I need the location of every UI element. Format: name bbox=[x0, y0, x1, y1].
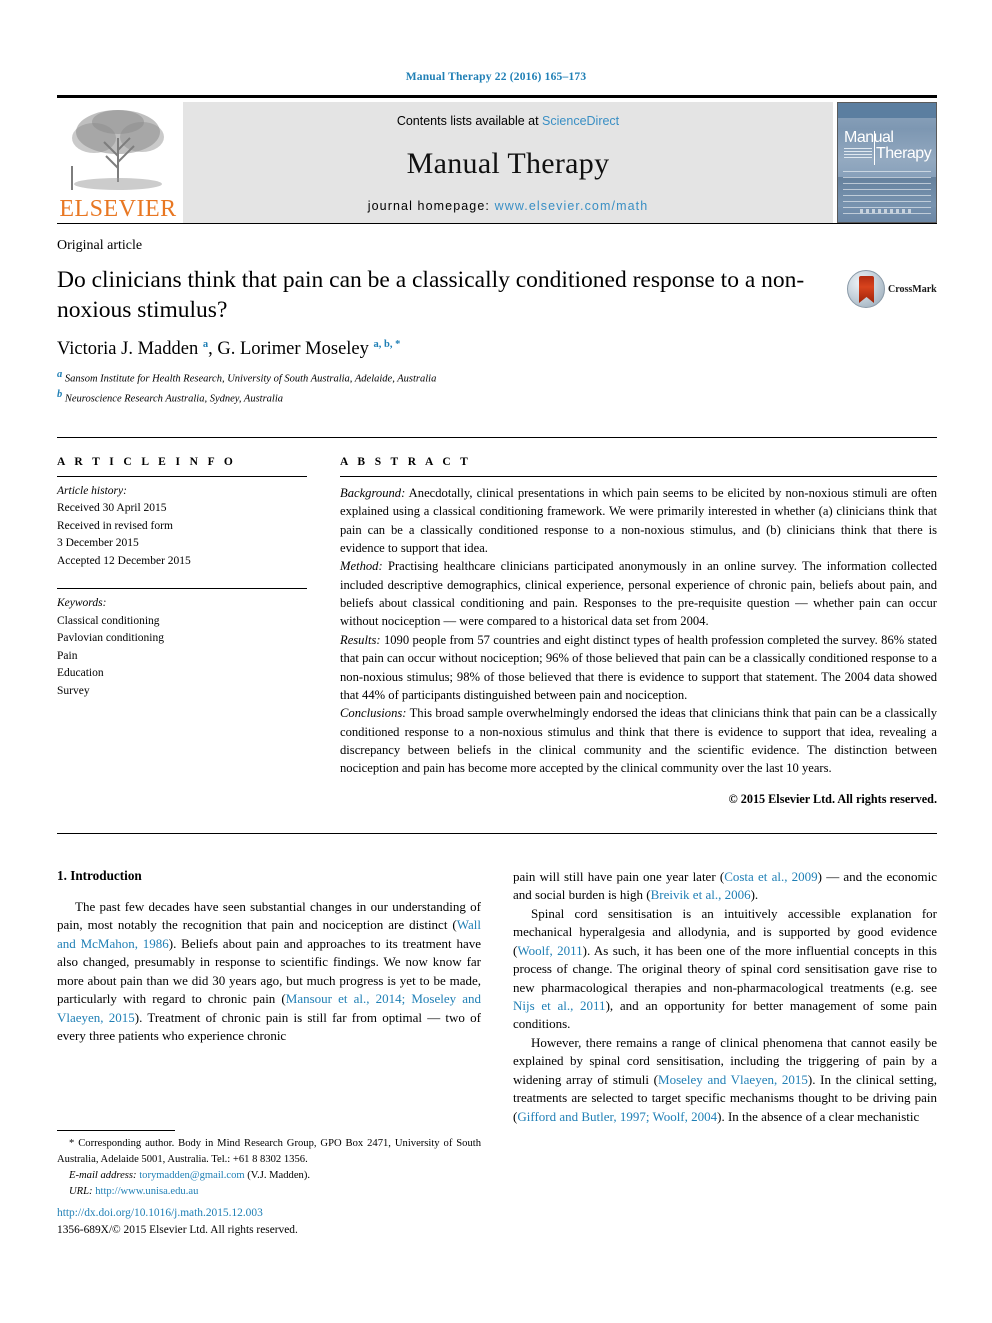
crossmark-label: CrossMark bbox=[888, 283, 937, 295]
keyword-item: Pavlovian conditioning bbox=[57, 632, 165, 645]
abstract-section: Background: Anecdotally, clinical presen… bbox=[340, 485, 937, 555]
affiliations: a Sansom Institute for Health Research, … bbox=[57, 367, 937, 406]
citation-link[interactable]: Gifford and Butler, 1997; Woolf, 2004 bbox=[517, 1109, 717, 1124]
affiliation-b: b Neuroscience Research Australia, Sydne… bbox=[57, 387, 937, 407]
keywords-block: Keywords: Classical conditioning Pavlovi… bbox=[57, 589, 307, 700]
abstract-section: Conclusions: This broad sample overwhelm… bbox=[340, 706, 937, 776]
abstract-column: A B S T R A C T Background: Anecdotally,… bbox=[340, 456, 937, 807]
affiliation-mark-b: b bbox=[57, 389, 63, 401]
abstract-section-label: Background: bbox=[340, 485, 406, 500]
crossmark-badge[interactable]: CrossMark bbox=[847, 270, 937, 308]
info-abstract-section: A R T I C L E I N F O Article history: R… bbox=[57, 436, 937, 807]
history-line: 3 December 2015 bbox=[57, 537, 139, 550]
contents-line: Contents lists available at ScienceDirec… bbox=[397, 114, 619, 128]
issn-copyright-line: 1356-689X/© 2015 Elsevier Ltd. All right… bbox=[57, 1224, 298, 1237]
elsevier-wordmark: ELSEVIER bbox=[59, 196, 177, 222]
email-suffix: (V.J. Madden). bbox=[244, 1169, 311, 1181]
author-list: Victoria J. Madden a, G. Lorimer Moseley… bbox=[57, 339, 401, 360]
footnote-text: * Corresponding author. Body in Mind Res… bbox=[57, 1136, 481, 1200]
masthead-bottom-rule bbox=[57, 223, 937, 224]
article-type-label: Original article bbox=[57, 238, 143, 253]
keyword-item: Pain bbox=[57, 649, 78, 662]
doi-link[interactable]: http://dx.doi.org/10.1016/j.math.2015.12… bbox=[57, 1205, 298, 1222]
title-row: Do clinicians think that pain can be a c… bbox=[57, 266, 937, 325]
homepage-line: journal homepage: www.elsevier.com/math bbox=[368, 199, 649, 213]
history-line: Received in revised form bbox=[57, 519, 173, 532]
affiliation-a: a Sansom Institute for Health Research, … bbox=[57, 367, 937, 387]
article-page: Manual Therapy 22 (2016) 165–173 ELSEVIE… bbox=[0, 0, 992, 1323]
citation-link[interactable]: Wall and McMahon, 1986 bbox=[57, 917, 481, 950]
affiliation-mark-a: a bbox=[57, 369, 63, 381]
abstract-section: Method: Practising healthcare clinicians… bbox=[340, 559, 937, 629]
institution-url-link[interactable]: http://www.unisa.edu.au bbox=[95, 1186, 198, 1197]
history-line: Accepted 12 December 2015 bbox=[57, 554, 191, 567]
citation-link[interactable]: Woolf, 2011 bbox=[517, 943, 582, 958]
citation-link[interactable]: Costa et al., 2009 bbox=[724, 869, 817, 884]
section-heading-introduction: 1. Introduction bbox=[57, 867, 142, 883]
email-label: E-mail address: bbox=[69, 1169, 137, 1181]
abstract-section-label: Conclusions: bbox=[340, 706, 407, 721]
article-info-heading: A R T I C L E I N F O bbox=[57, 455, 237, 468]
abstract-body: Background: Anecdotally, clinical presen… bbox=[340, 477, 937, 778]
url-line: URL: http://www.unisa.edu.au bbox=[57, 1184, 481, 1200]
abstract-copyright: © 2015 Elsevier Ltd. All rights reserved… bbox=[728, 791, 937, 806]
journal-cover-thumbnail[interactable]: Manual Therapy bbox=[837, 102, 937, 223]
journal-title: Manual Therapy bbox=[406, 146, 610, 180]
cover-footer-lines bbox=[860, 209, 914, 213]
sciencedirect-link[interactable]: ScienceDirect bbox=[542, 114, 619, 128]
body-column-left: 1. Introduction The past few decades hav… bbox=[57, 868, 481, 1126]
history-line: Received 30 April 2015 bbox=[57, 502, 167, 515]
body-text-right: pain will still have pain one year later… bbox=[513, 868, 937, 1126]
cover-top-bar bbox=[838, 103, 936, 118]
cover-subtitle-lines bbox=[844, 148, 872, 160]
body-text-left: The past few decades have seen substanti… bbox=[57, 898, 481, 1046]
elsevier-logo: ELSEVIER bbox=[57, 102, 179, 223]
journal-homepage-link[interactable]: www.elsevier.com/math bbox=[495, 199, 649, 213]
body-paragraph: However, there remains a range of clinic… bbox=[513, 1034, 937, 1124]
crossmark-icon bbox=[847, 270, 885, 308]
affiliation-a-text: Sansom Institute for Health Research, Un… bbox=[64, 373, 437, 385]
article-history-block: Article history: Received 30 April 2015 … bbox=[57, 477, 307, 570]
citation-link[interactable]: Mansour et al., 2014; Moseley and Vlaeye… bbox=[57, 991, 481, 1024]
abstract-heading: A B S T R A C T bbox=[340, 455, 472, 468]
affiliation-b-text: Neuroscience Research Australia, Sydney,… bbox=[64, 393, 284, 405]
citation-link[interactable]: Moseley and Vlaeyen, 2015 bbox=[658, 1072, 808, 1087]
homepage-prefix: journal homepage: bbox=[367, 199, 495, 213]
elsevier-tree-icon bbox=[68, 106, 168, 194]
article-info-column: A R T I C L E I N F O Article history: R… bbox=[57, 456, 307, 807]
journal-band: Contents lists available at ScienceDirec… bbox=[183, 102, 833, 223]
page-title: Do clinicians think that pain can be a c… bbox=[57, 267, 805, 323]
bottom-metadata: http://dx.doi.org/10.1016/j.math.2015.12… bbox=[57, 1205, 298, 1239]
citation-link[interactable]: Breivik et al., 2006 bbox=[651, 887, 751, 902]
abstract-bottom-rule bbox=[57, 832, 937, 834]
body-paragraph: pain will still have pain one year later… bbox=[513, 868, 937, 903]
body-columns: 1. Introduction The past few decades hav… bbox=[57, 868, 937, 1126]
footnote-block: * Corresponding author. Body in Mind Res… bbox=[57, 1130, 481, 1200]
citation-link[interactable]: Nijs et al., 2011 bbox=[513, 998, 606, 1013]
footnote-rule bbox=[57, 1130, 175, 1131]
running-head: Manual Therapy 22 (2016) 165–173 bbox=[405, 71, 587, 83]
body-paragraph: Spinal cord sensitisation is an intuitiv… bbox=[513, 905, 937, 1032]
abstract-section-label: Method: bbox=[340, 559, 383, 574]
cover-title-line2: Therapy bbox=[876, 145, 932, 162]
email-line: E-mail address: torymadden@gmail.com (V.… bbox=[57, 1168, 481, 1184]
journal-masthead: ELSEVIER Contents lists available at Sci… bbox=[57, 95, 937, 223]
keyword-item: Survey bbox=[57, 684, 90, 697]
abstract-section: Results: 1090 people from 57 countries a… bbox=[340, 632, 937, 702]
keywords-label: Keywords: bbox=[57, 597, 107, 610]
abstract-section-label: Results: bbox=[340, 632, 381, 647]
corresponding-author-note: * Corresponding author. Body in Mind Res… bbox=[57, 1138, 481, 1165]
keyword-item: Classical conditioning bbox=[57, 614, 160, 627]
contents-prefix: Contents lists available at bbox=[396, 114, 543, 128]
url-label: URL: bbox=[69, 1185, 93, 1197]
body-paragraph: The past few decades have seen substanti… bbox=[57, 898, 482, 1043]
body-column-right: pain will still have pain one year later… bbox=[513, 868, 937, 1126]
keyword-item: Education bbox=[57, 667, 104, 680]
email-link[interactable]: torymadden@gmail.com bbox=[139, 1170, 244, 1181]
article-history-label: Article history: bbox=[57, 484, 127, 497]
